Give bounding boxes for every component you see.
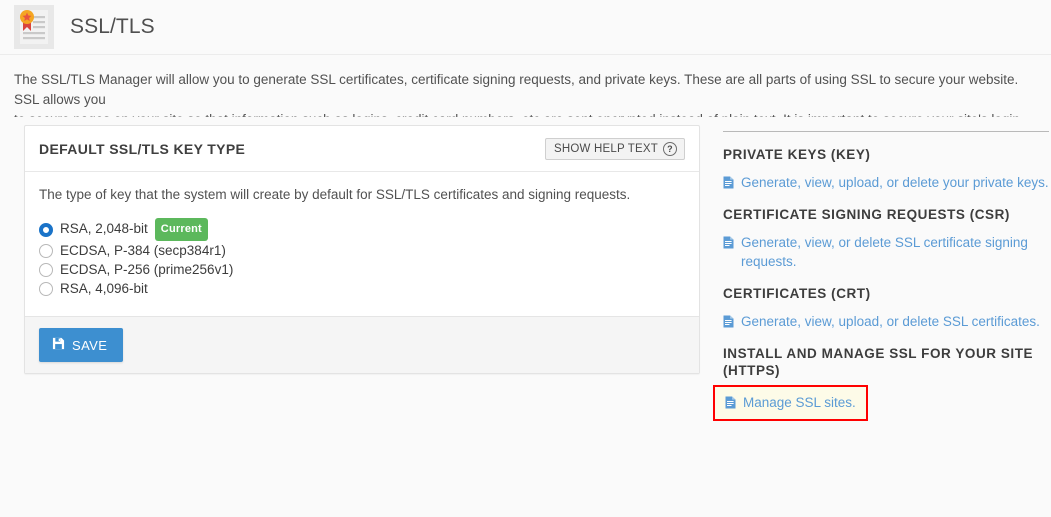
link-label: Generate, view, upload, or delete SSL ce… [741,314,1040,329]
document-icon [723,175,734,194]
panel-title: DEFAULT SSL/TLS KEY TYPE [39,141,246,157]
sidebar-section-install-manage-ssl: INSTALL AND MANAGE SSL FOR YOUR SITE (HT… [713,331,1049,421]
radio-label: RSA, 2,048-bit Current [60,218,208,241]
sidebar-section-title: PRIVATE KEYS (KEY) [723,147,871,162]
key-type-radio-group[interactable]: RSA, 2,048-bit Current ECDSA, P-384 (secp… [39,218,685,298]
link-label: Manage SSL sites. [743,395,856,410]
left-column: DEFAULT SSL/TLS KEY TYPE SHOW HELP TEXT … [24,125,700,374]
link-manage-ssl-sites[interactable]: Manage SSL sites. [713,385,868,421]
radio-option-ecdsa-p256[interactable]: ECDSA, P-256 (prime256v1) [39,261,685,279]
save-button[interactable]: SAVE [39,328,124,362]
save-button-label: SAVE [72,337,108,353]
radio-indicator[interactable] [39,222,53,237]
content-columns: DEFAULT SSL/TLS KEY TYPE SHOW HELP TEXT … [0,117,1051,421]
status-badge: Current [154,218,208,241]
document-icon [725,395,736,414]
floppy-disk-icon [52,337,65,353]
sidebar-section-csr: CERTIFICATE SIGNING REQUESTS (CSR) Gener… [723,192,1049,271]
show-help-text-label: SHOW HELP TEXT [554,143,658,155]
certificate-icon [14,5,54,49]
radio-indicator[interactable] [39,263,53,277]
panel-header: DEFAULT SSL/TLS KEY TYPE SHOW HELP TEXT … [25,126,699,172]
radio-label: ECDSA, P-256 (prime256v1) [60,262,234,277]
page-title: SSL/TLS [70,15,155,38]
link-private-keys[interactable]: Generate, view, upload, or delete your p… [723,173,1049,192]
sidebar-section-certificates: CERTIFICATES (CRT) Generate, view, uploa… [723,271,1049,331]
link-certificate-signing-requests[interactable]: Generate, view, or delete SSL certificat… [723,233,1049,271]
panel-description: The type of key that the system will cre… [39,187,631,202]
radio-option-rsa-2048[interactable]: RSA, 2,048-bit Current [39,218,685,241]
right-column: PRIVATE KEYS (KEY) Generate, view, uploa… [713,125,1049,421]
link-label: Generate, view, upload, or delete your p… [741,175,1049,190]
radio-indicator[interactable] [39,244,53,258]
radio-option-rsa-4096[interactable]: RSA, 4,096-bit [39,280,685,298]
default-key-type-panel: DEFAULT SSL/TLS KEY TYPE SHOW HELP TEXT … [24,125,700,374]
show-help-text-button[interactable]: SHOW HELP TEXT ? [545,138,685,160]
radio-indicator[interactable] [39,282,53,296]
sidebar-section-private-keys: PRIVATE KEYS (KEY) Generate, view, uploa… [723,132,1049,192]
sidebar-section-title: CERTIFICATE SIGNING REQUESTS (CSR) [723,207,1010,222]
sidebar-section-title: CERTIFICATES (CRT) [723,286,871,301]
link-label: Generate, view, or delete SSL certificat… [741,235,1028,269]
document-icon [723,235,734,254]
panel-body: The type of key that the system will cre… [25,172,699,316]
panel-footer: SAVE [25,316,699,373]
link-certificates[interactable]: Generate, view, upload, or delete SSL ce… [723,312,1049,331]
document-icon [723,314,734,333]
intro-paragraph: The SSL/TLS Manager will allow you to ge… [14,72,1020,117]
sidebar-section-title: INSTALL AND MANAGE SSL FOR YOUR SITE (HT… [723,346,1034,378]
page-header: SSL/TLS [0,0,1051,55]
question-circle-icon: ? [663,142,677,156]
radio-label: ECDSA, P-384 (secp384r1) [60,243,226,258]
radio-option-ecdsa-p384[interactable]: ECDSA, P-384 (secp384r1) [39,242,685,260]
radio-label: RSA, 4,096-bit [60,281,148,296]
